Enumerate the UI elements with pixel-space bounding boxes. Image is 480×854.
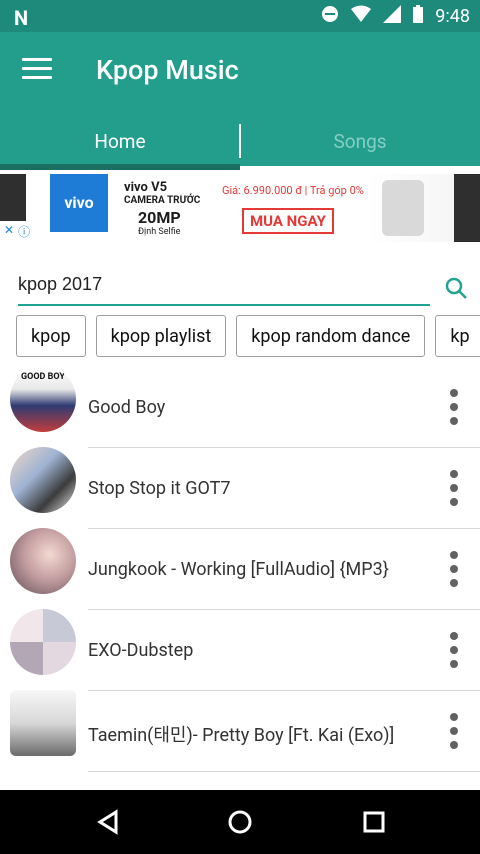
- song-thumbnail: [10, 690, 76, 756]
- list-divider: [88, 609, 480, 691]
- chip-kp[interactable]: kp: [435, 315, 480, 357]
- search-icon[interactable]: [444, 276, 467, 299]
- home-icon[interactable]: [226, 808, 254, 836]
- song-thumbnail: [10, 447, 76, 513]
- list-item[interactable]: Taemin(태민)- Pretty Boy [Ft. Kai (Exo)]: [0, 690, 480, 772]
- chip-kpop-random-dance[interactable]: kpop random dance: [236, 315, 426, 357]
- ad-close-icon[interactable]: ✕: [4, 223, 14, 240]
- status-icons: 9:48: [321, 5, 470, 28]
- song-list: GOOD BOY Good Boy Stop Stop it GOT7 Jung…: [0, 366, 480, 772]
- song-thumbnail: GOOD BOY: [10, 366, 76, 432]
- page-title: Kpop Music: [96, 54, 239, 86]
- phone-image: [382, 180, 424, 236]
- status-time: 9:48: [435, 6, 470, 27]
- tab-home[interactable]: Home: [0, 124, 240, 166]
- notification-n-icon: N: [14, 6, 29, 30]
- back-icon[interactable]: [94, 808, 122, 836]
- do-not-disturb-icon: [321, 5, 339, 28]
- chip-kpop-playlist[interactable]: kpop playlist: [95, 315, 227, 357]
- app-bar: Kpop Music Home Songs: [0, 32, 480, 170]
- tab-songs[interactable]: Songs: [240, 124, 480, 166]
- status-bar: N 9:48: [0, 0, 480, 32]
- ad-controls: ✕ ⓘ: [0, 221, 35, 242]
- search-field[interactable]: [18, 274, 430, 306]
- suggestion-chips: kpop kpop playlist kpop random dance kp: [16, 315, 480, 357]
- ad-model: vivo V5 CAMERA TRƯỚC: [124, 180, 201, 206]
- list-divider: [88, 366, 480, 448]
- hamburger-menu-icon[interactable]: [22, 58, 52, 80]
- list-item[interactable]: Jungkook - Working [FullAudio] {MP3}: [0, 528, 480, 610]
- system-nav-bar: [0, 790, 480, 854]
- song-thumbnail: [10, 609, 76, 675]
- list-item[interactable]: Stop Stop it GOT7: [0, 447, 480, 529]
- tab-indicator: [0, 164, 240, 170]
- list-divider: [88, 690, 480, 772]
- ad-banner[interactable]: vivo vivo V5 CAMERA TRƯỚC 20MP Định Self…: [0, 174, 480, 242]
- list-divider: [88, 528, 480, 610]
- ad-cta-button[interactable]: MUA NGAY: [242, 208, 334, 234]
- ad-content[interactable]: vivo vivo V5 CAMERA TRƯỚC 20MP Định Self…: [26, 174, 454, 242]
- list-divider: [88, 447, 480, 529]
- chip-kpop[interactable]: kpop: [16, 315, 86, 357]
- vivo-logo: vivo: [50, 174, 108, 232]
- recent-apps-icon[interactable]: [360, 808, 388, 836]
- list-item[interactable]: GOOD BOY Good Boy: [0, 366, 480, 448]
- ad-info-icon[interactable]: ⓘ: [18, 223, 30, 240]
- search-input[interactable]: [18, 274, 430, 295]
- tab-divider: [239, 124, 241, 158]
- wifi-icon: [351, 5, 372, 28]
- list-item[interactable]: EXO-Dubstep: [0, 609, 480, 691]
- signal-icon: [383, 5, 402, 28]
- song-thumbnail: [10, 528, 76, 594]
- ad-megapixels: 20MP Định Selfie: [138, 208, 181, 237]
- battery-icon: [413, 5, 424, 28]
- ad-price: Giá: 6.990.000 đ | Trả góp 0%: [222, 184, 364, 197]
